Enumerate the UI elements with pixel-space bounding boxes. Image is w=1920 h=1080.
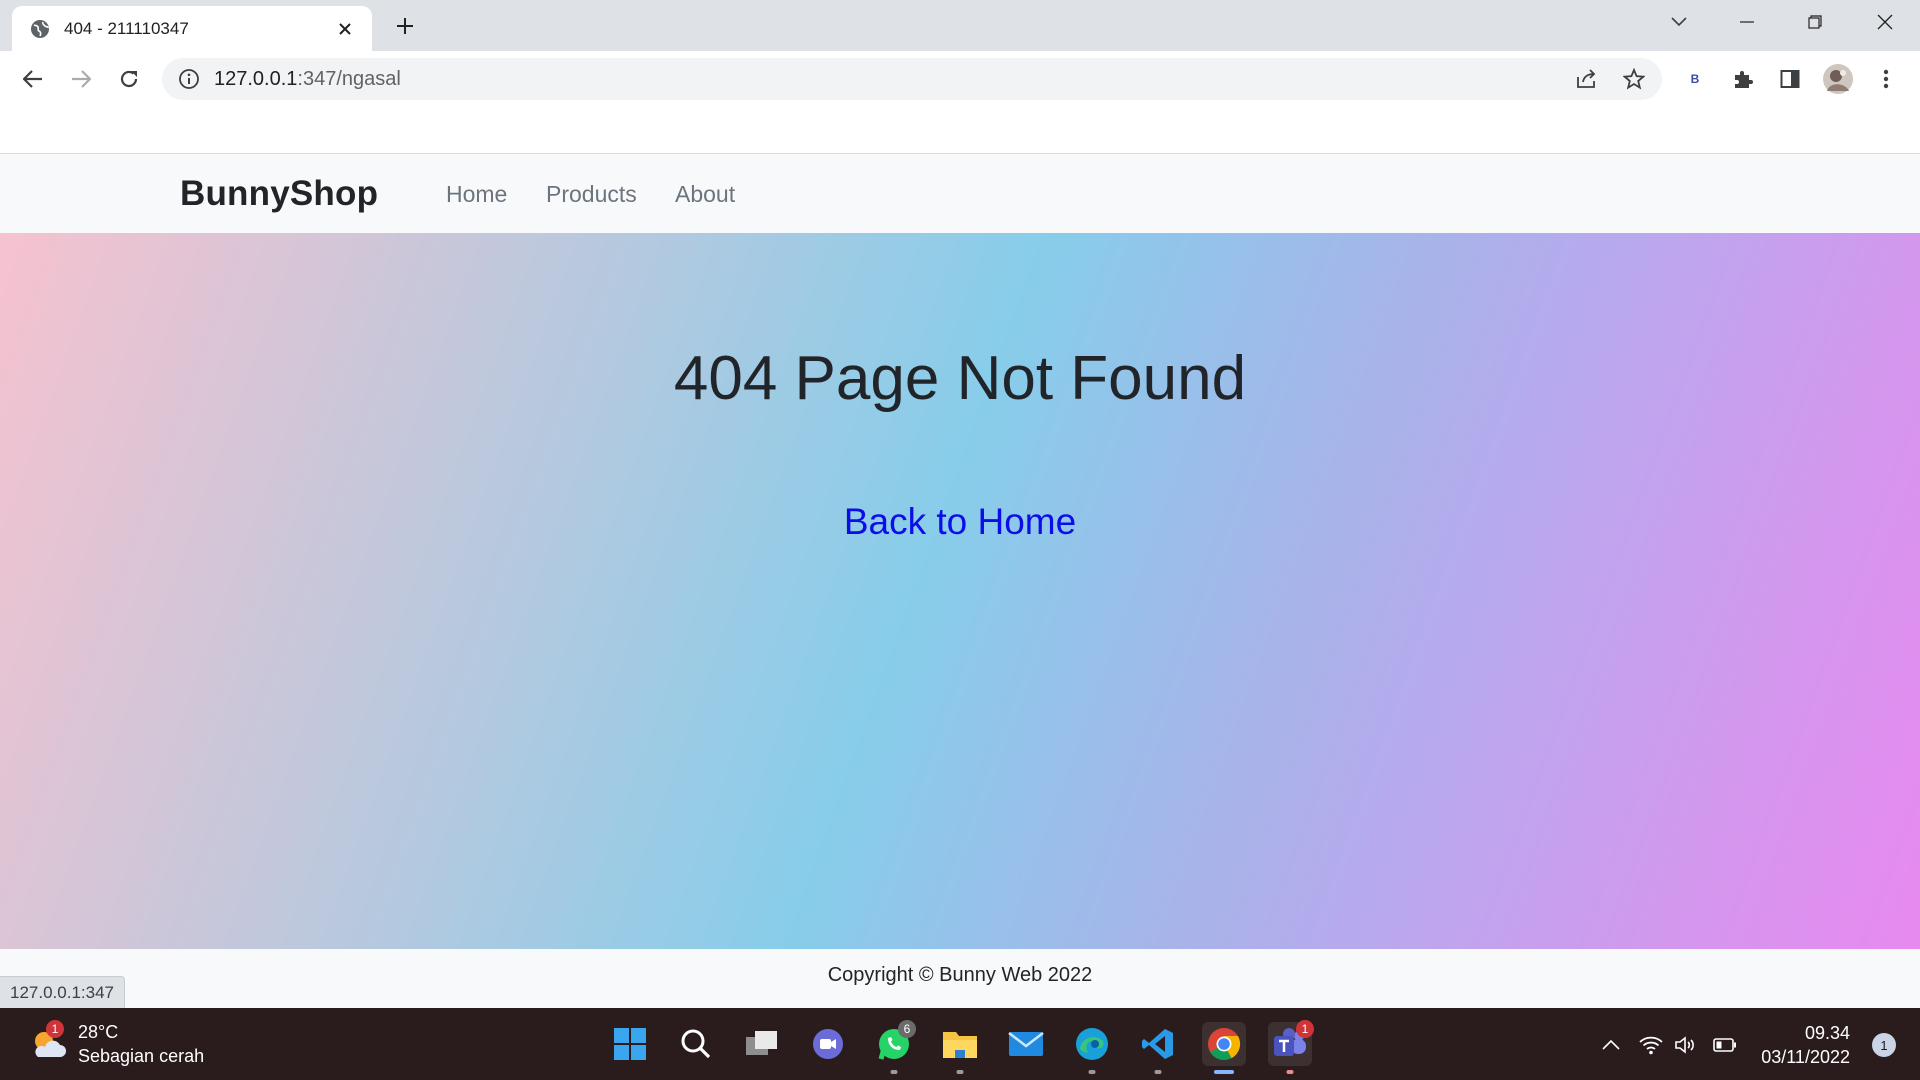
reload-button[interactable] (110, 60, 148, 98)
teams-chat-icon[interactable] (806, 1022, 850, 1066)
search-icon[interactable] (674, 1022, 718, 1066)
site-navbar: BunnyShop Home Products About (0, 154, 1920, 233)
back-button[interactable] (14, 60, 52, 98)
status-bubble: 127.0.0.1:347 (0, 976, 125, 1008)
extension-b-icon[interactable]: B (1676, 60, 1714, 98)
url-text: 127.0.0.1:347/ngasal (214, 67, 401, 90)
notification-badge[interactable]: 1 (1872, 1033, 1896, 1057)
address-bar[interactable]: 127.0.0.1:347/ngasal (162, 58, 1662, 100)
forward-button[interactable] (62, 60, 100, 98)
minimize-button[interactable] (1722, 6, 1772, 38)
profile-avatar[interactable] (1819, 60, 1857, 98)
wifi-icon[interactable] (1638, 1032, 1664, 1058)
extension-b-label: B (1690, 72, 1700, 86)
mail-icon[interactable] (1004, 1022, 1048, 1066)
restore-button[interactable] (1790, 6, 1840, 38)
copyright-text: Copyright © Bunny Web 2022 (827, 964, 1093, 986)
nav-link-home[interactable]: Home (446, 181, 507, 208)
nav-link-about[interactable]: About (675, 181, 735, 208)
site-footer: Copyright © Bunny Web 2022 (0, 949, 1920, 1008)
clock-date: 03/11/2022 (1761, 1047, 1850, 1067)
nav-link-products[interactable]: Products (546, 181, 637, 208)
weather-temperature: 28°C (78, 1022, 119, 1042)
teams-badge: 1 (1296, 1020, 1314, 1038)
globe-icon (30, 19, 50, 39)
battery-icon[interactable] (1712, 1032, 1738, 1058)
system-clock[interactable]: 09.34 03/11/2022 (1761, 1021, 1850, 1069)
close-tab-icon[interactable] (332, 16, 358, 42)
task-view-icon[interactable] (740, 1022, 784, 1066)
clock-time: 09.34 (1804, 1023, 1850, 1043)
page-viewport: BunnyShop Home Products About 404 Page N… (0, 154, 1920, 1008)
start-windows-icon[interactable] (608, 1022, 652, 1066)
page-title: 404 Page Not Found (673, 344, 1247, 413)
partly-sunny-icon: 1 (28, 1020, 68, 1064)
whatsapp-badge: 6 (898, 1020, 916, 1038)
volume-icon[interactable] (1672, 1032, 1698, 1058)
vscode-icon[interactable] (1136, 1022, 1180, 1074)
back-to-home-link[interactable]: Back to Home (0, 501, 1920, 543)
browser-toolbar: 127.0.0.1:347/ngasal B (0, 51, 1920, 106)
browser-tab[interactable]: 404 - 211110347 (12, 6, 372, 51)
tab-search-icon[interactable] (1654, 6, 1704, 38)
bookmarks-bar (0, 106, 1920, 154)
side-panel-icon[interactable] (1771, 60, 1809, 98)
tab-title: 404 - 211110347 (64, 18, 189, 38)
site-brand[interactable]: BunnyShop (180, 174, 378, 214)
weather-description: Sebagian cerah (78, 1046, 205, 1066)
browser-tabstrip: 404 - 211110347 (0, 0, 1920, 51)
close-window-button[interactable] (1860, 6, 1910, 38)
browser-menu-icon[interactable] (1867, 60, 1905, 98)
file-explorer-icon[interactable] (938, 1022, 982, 1074)
chrome-icon[interactable] (1202, 1022, 1246, 1074)
whatsapp-icon[interactable]: 6 (872, 1020, 916, 1074)
weather-badge: 1 (46, 1020, 64, 1038)
bookmark-star-icon[interactable] (1622, 67, 1646, 91)
share-icon[interactable] (1574, 67, 1598, 91)
taskbar: 1 28°C Sebagian cerah 6 1 09.34 03/11/20… (0, 1008, 1920, 1080)
new-tab-button[interactable] (390, 11, 420, 41)
edge-browser-icon[interactable] (1070, 1022, 1114, 1074)
error-hero: 404 Page Not Found Back to Home (0, 233, 1920, 949)
extensions-puzzle-icon[interactable] (1724, 60, 1762, 98)
teams-icon[interactable]: 1 (1268, 1020, 1314, 1074)
weather-widget[interactable]: 1 28°C Sebagian cerah (28, 1020, 204, 1068)
chevron-up-icon[interactable] (1598, 1032, 1624, 1058)
site-info-icon[interactable] (178, 68, 200, 90)
